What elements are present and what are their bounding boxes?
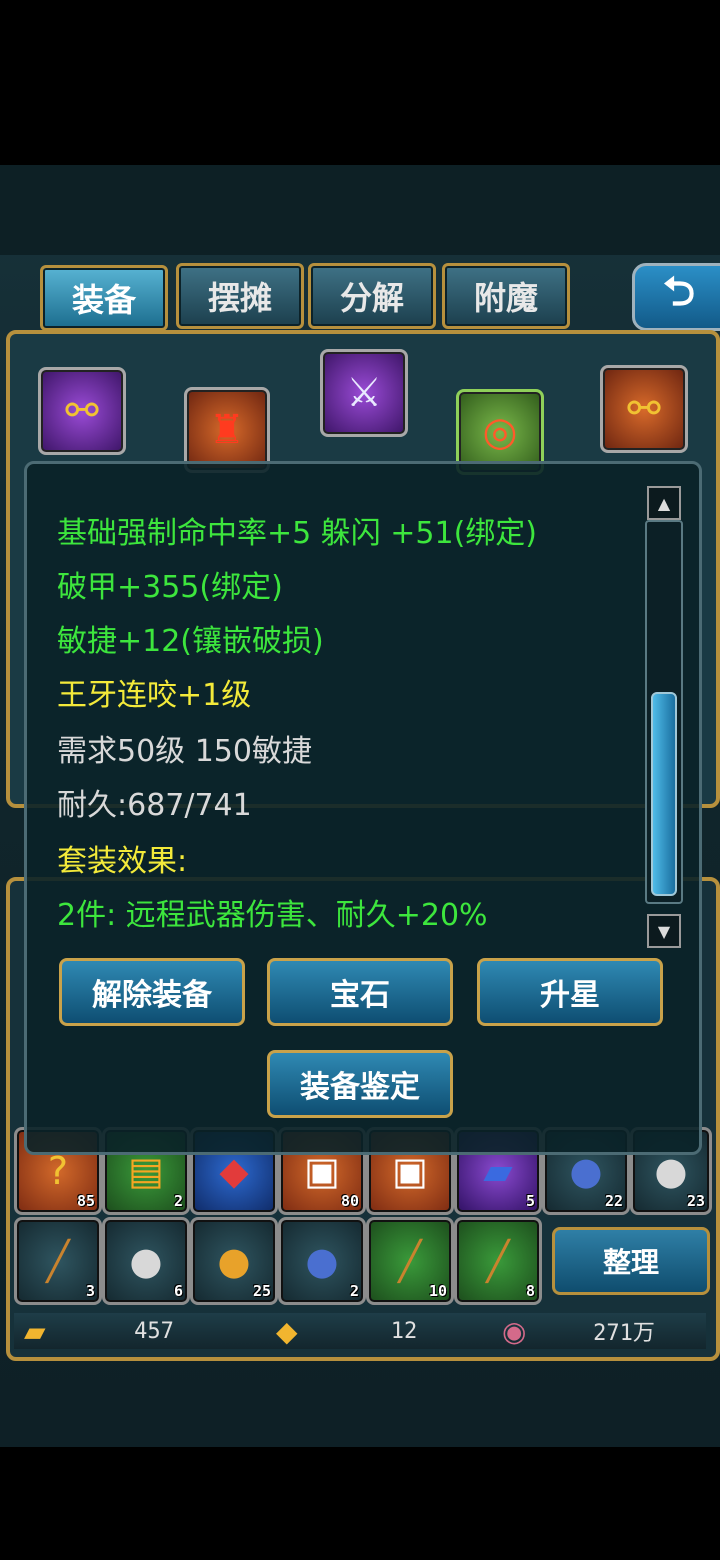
bag-slot[interactable]: ╱ 10 <box>366 1217 454 1305</box>
scrollbar-thumb[interactable] <box>651 692 677 896</box>
tab-decompose[interactable]: 分解 <box>308 263 436 329</box>
red-armor-icon: ♜ <box>209 407 245 453</box>
item-count: 22 <box>604 1192 623 1210</box>
tooltip-line: 敏捷+12(镶嵌破损) <box>57 624 324 659</box>
tooltip-line: 2件: 远程武器伤害、耐久+20% <box>57 898 488 933</box>
star-up-button[interactable]: 升星 <box>477 958 663 1026</box>
equip-slot-necklace[interactable]: ⚯ <box>38 367 126 455</box>
chain-necklace-icon: ⚯ <box>627 386 661 432</box>
item-count: 8 <box>525 1282 535 1300</box>
coin-icon: ◉ <box>502 1314 527 1348</box>
gold-amount: 457 <box>134 1318 174 1344</box>
tab-stall[interactable]: 摆摊 <box>176 263 304 329</box>
leaf-amount: 12 <box>390 1318 418 1344</box>
item-count: 2 <box>349 1282 359 1300</box>
triangle-up-icon: ▲ <box>657 493 671 513</box>
wings-icon: ⚔ <box>346 370 382 416</box>
gem-button[interactable]: 宝石 <box>267 958 453 1026</box>
scroll-down-button[interactable]: ▼ <box>647 914 681 948</box>
gold-leaf-icon: ◆ <box>276 1314 298 1348</box>
bag-slot[interactable]: ● 6 <box>102 1217 190 1305</box>
item-count: 2 <box>173 1192 183 1210</box>
coin-amount: 271万 <box>593 1321 655 1346</box>
tooltip-line: 王牙连咬+1级 <box>57 678 252 713</box>
tooltip-line: 套装效果: <box>57 844 188 879</box>
gold-ingot-icon: ▰ <box>24 1314 46 1348</box>
bowl-icon: ◎ <box>482 409 518 455</box>
tab-equipment[interactable]: 装备 <box>40 265 168 331</box>
tooltip-line: 耐久:687/741 <box>57 788 252 823</box>
item-count: 3 <box>85 1282 95 1300</box>
tooltip-line: 基础强制命中率+5 躲闪 +51(绑定) <box>57 516 538 551</box>
back-button[interactable]: ⮌ <box>632 263 720 331</box>
sort-button[interactable]: 整理 <box>552 1227 710 1295</box>
tooltip-line: 需求50级 150敏捷 <box>57 734 312 769</box>
item-count: 25 <box>252 1282 271 1300</box>
item-count: 23 <box>686 1192 705 1210</box>
bag-slot[interactable]: ● 25 <box>190 1217 278 1305</box>
equip-slot-necklace-2[interactable]: ⚯ <box>600 365 688 453</box>
triangle-down-icon: ▼ <box>657 921 671 941</box>
chain-necklace-icon: ⚯ <box>65 388 99 434</box>
bag-slot[interactable]: ╱ 8 <box>454 1217 542 1305</box>
currency-bar: ▰ 457 ◆ 12 ◉ 271万 <box>14 1313 706 1349</box>
scroll-up-button[interactable]: ▲ <box>647 486 681 520</box>
item-count: 6 <box>173 1282 183 1300</box>
game-screen: 装备 摆摊 分解 附魔 ⮌ ⚯ ♜ ⚔ ◎ ⚯ ? 85 ▤ 2 ◆ ▣ 80 … <box>0 165 720 1447</box>
item-tooltip: 基础强制命中率+5 躲闪 +51(绑定) 破甲+355(绑定) 敏捷+12(镶嵌… <box>24 461 702 1155</box>
appraise-button[interactable]: 装备鉴定 <box>267 1050 453 1118</box>
top-band <box>0 165 720 255</box>
unequip-button[interactable]: 解除装备 <box>59 958 245 1026</box>
tooltip-line: 破甲+355(绑定) <box>57 570 283 605</box>
item-count: 80 <box>340 1192 359 1210</box>
bag-slot[interactable]: ● 2 <box>278 1217 366 1305</box>
item-count: 5 <box>525 1192 535 1210</box>
item-count: 10 <box>428 1282 447 1300</box>
equip-slot-wings[interactable]: ⚔ <box>320 349 408 437</box>
tab-enchant[interactable]: 附魔 <box>442 263 570 329</box>
item-count: 85 <box>76 1192 95 1210</box>
bag-slot[interactable]: ╱ 3 <box>14 1217 102 1305</box>
back-arrow-icon: ⮌ <box>662 269 696 315</box>
